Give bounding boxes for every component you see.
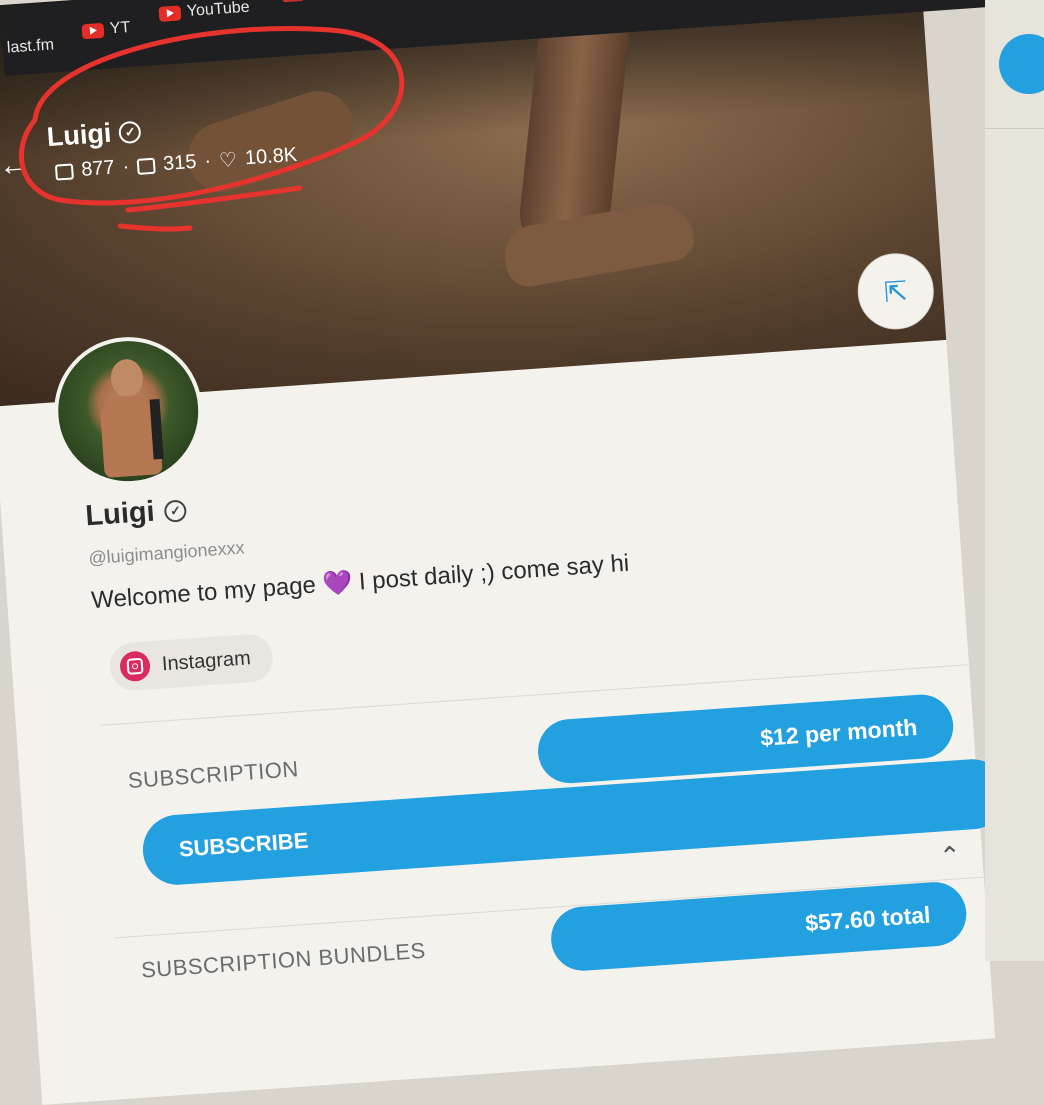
videos-count: 315 xyxy=(162,150,198,176)
youtube-icon xyxy=(158,4,182,22)
instagram-label: Instagram xyxy=(161,646,252,675)
chevron-up-icon[interactable]: ⌃ xyxy=(938,840,962,872)
profile-name: Luigi ✓ xyxy=(84,493,188,533)
subscription-label: SUBSCRIPTION xyxy=(127,756,300,794)
cover-title: Luigi ✓ xyxy=(46,116,142,154)
stat-separator: · xyxy=(203,149,212,173)
subscribe-label: SUBSCRIBE xyxy=(178,827,310,862)
youtube-icon xyxy=(81,22,105,39)
bookmark-folder[interactable] xyxy=(281,0,305,3)
bookmark-youtube[interactable]: YouTube xyxy=(158,0,250,23)
verified-icon: ✓ xyxy=(163,498,188,523)
video-icon xyxy=(136,157,156,175)
share-icon: ⇱ xyxy=(882,275,909,308)
bundles-price-button[interactable]: $57.60 total xyxy=(548,880,969,973)
sidebar-action-button[interactable] xyxy=(999,34,1044,94)
instagram-link[interactable]: Instagram xyxy=(108,632,275,692)
photo-icon xyxy=(54,162,74,181)
subscription-price: $12 per month xyxy=(759,713,919,751)
instagram-icon xyxy=(119,650,152,683)
bio-text-2: I post daily ;) come say hi xyxy=(358,549,631,596)
bookmark-lastfm[interactable]: last.fm xyxy=(6,36,54,57)
profile-column: ← Luigi ✓ 877 · 315 · ♡ 10.8K ⇱ Luigi ✓ … xyxy=(0,0,1010,1105)
photos-count: 877 xyxy=(80,156,116,181)
profile-handle: @luigimangionexxx xyxy=(87,537,246,569)
bookmark-label: YT xyxy=(109,18,131,38)
back-arrow-icon[interactable]: ← xyxy=(0,148,30,184)
likes-count: 10.8K xyxy=(244,143,298,170)
stat-separator: · xyxy=(121,155,130,178)
verified-icon: ✓ xyxy=(118,120,142,144)
bookmark-label: YouTube xyxy=(186,0,251,20)
bio-text: Welcome to my page xyxy=(90,571,317,615)
bookmark-icon xyxy=(281,0,305,3)
page: ← Luigi ✓ 877 · 315 · ♡ 10.8K ⇱ Luigi ✓ … xyxy=(0,0,1044,1105)
profile-name-text: Luigi xyxy=(84,495,156,533)
bundles-price: $57.60 total xyxy=(804,900,932,936)
heart-icon: ♡ xyxy=(218,148,238,173)
bookmark-label: last.fm xyxy=(6,36,55,57)
bookmark-yt[interactable]: YT xyxy=(81,19,131,40)
cover-name-text: Luigi xyxy=(45,117,113,153)
right-sidebar xyxy=(985,0,1044,961)
purple-heart-emoji: 💜 xyxy=(321,568,354,598)
